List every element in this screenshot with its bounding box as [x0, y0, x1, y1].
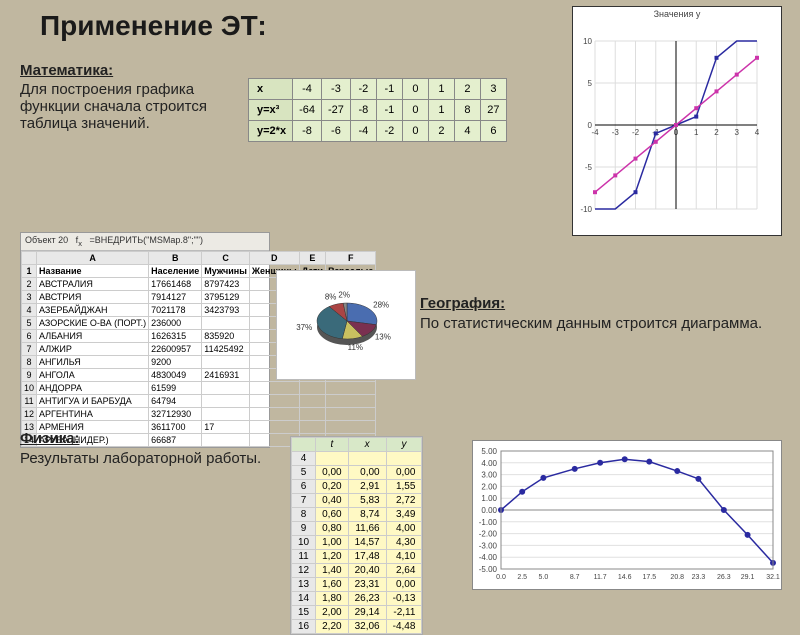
math-label-block: Математика: Для построения графика функц…: [20, 62, 230, 132]
physics-chart: -5.00 -4.00 -3.00 -2.00 -1.00 0.00 1.00 2.00 3.0…: [472, 440, 782, 590]
svg-text:-3.00: -3.00: [479, 541, 498, 550]
svg-text:-4.00: -4.00: [479, 553, 498, 562]
svg-text:1: 1: [694, 128, 699, 137]
geography-text: По статистическим данным строится диагра…: [420, 315, 780, 332]
svg-text:2.00: 2.00: [481, 482, 497, 491]
svg-text:5.00: 5.00: [481, 447, 497, 456]
geography-spreadsheet: Объект 20 fx =ВНЕДРИТЬ("MSMap.8";"") ABC…: [20, 232, 270, 448]
physics-text: Результаты лабораторной работы.: [20, 450, 280, 467]
svg-text:2.5: 2.5: [517, 574, 527, 581]
svg-text:-2: -2: [632, 128, 640, 137]
svg-text:3: 3: [735, 128, 740, 137]
page-title: Применение ЭТ:: [40, 10, 267, 42]
svg-text:29.1: 29.1: [741, 574, 755, 581]
physics-label-block: Физика: Результаты лабораторной работы.: [20, 430, 280, 467]
physics-label: Физика:: [20, 430, 80, 447]
function-chart-title: Значения y: [573, 7, 781, 19]
svg-text:4.00: 4.00: [481, 459, 497, 468]
svg-text:0.00: 0.00: [481, 506, 497, 515]
svg-text:23.3: 23.3: [692, 574, 706, 581]
physics-spreadsheet: txy450,000,000,0060,202,911,5570,405,832…: [290, 436, 423, 635]
svg-text:5: 5: [588, 79, 593, 88]
math-label: Математика:: [20, 62, 230, 79]
svg-text:-1.00: -1.00: [479, 518, 498, 527]
svg-text:3.00: 3.00: [481, 471, 497, 480]
svg-text:11%: 11%: [348, 343, 363, 352]
geography-label-block: География: По статистическим данным стро…: [420, 295, 780, 332]
svg-text:14.6: 14.6: [618, 574, 632, 581]
svg-text:-10: -10: [580, 205, 592, 214]
geography-pie-chart: 28% 13% 11% 37% 8%2%: [276, 270, 416, 380]
svg-text:5.0: 5.0: [539, 574, 549, 581]
svg-text:4: 4: [755, 128, 760, 137]
svg-text:13%: 13%: [375, 332, 391, 341]
svg-text:8%: 8%: [325, 292, 337, 301]
svg-text:28%: 28%: [373, 300, 389, 309]
svg-text:-2.00: -2.00: [479, 530, 498, 539]
function-chart: Значения y -10-50510-4-3-2-101234: [572, 6, 782, 236]
svg-text:32.1: 32.1: [766, 574, 780, 581]
geography-label: География:: [420, 295, 505, 312]
svg-text:2: 2: [714, 128, 719, 137]
svg-text:-4: -4: [591, 128, 599, 137]
svg-text:37%: 37%: [296, 323, 312, 332]
svg-text:8.7: 8.7: [570, 574, 580, 581]
svg-text:10: 10: [583, 37, 592, 46]
svg-text:2%: 2%: [338, 291, 350, 300]
svg-text:-5: -5: [585, 163, 593, 172]
object-label: Объект 20: [25, 235, 68, 245]
svg-text:1.00: 1.00: [481, 494, 497, 503]
math-text: Для построения графика функции сначала с…: [20, 81, 230, 132]
formula-bar: =ВНЕДРИТЬ("MSMap.8";""): [89, 235, 203, 245]
svg-text:-3: -3: [612, 128, 620, 137]
svg-text:-5.00: -5.00: [479, 565, 498, 574]
svg-text:20.8: 20.8: [670, 574, 684, 581]
svg-text:0.0: 0.0: [496, 574, 506, 581]
function-table: x-4-3-2-10123y=x³-64-27-8-101827y=2*x-8-…: [248, 78, 507, 142]
svg-text:11.7: 11.7: [594, 574, 607, 581]
svg-text:17.5: 17.5: [642, 574, 656, 581]
svg-text:26.3: 26.3: [717, 574, 731, 581]
